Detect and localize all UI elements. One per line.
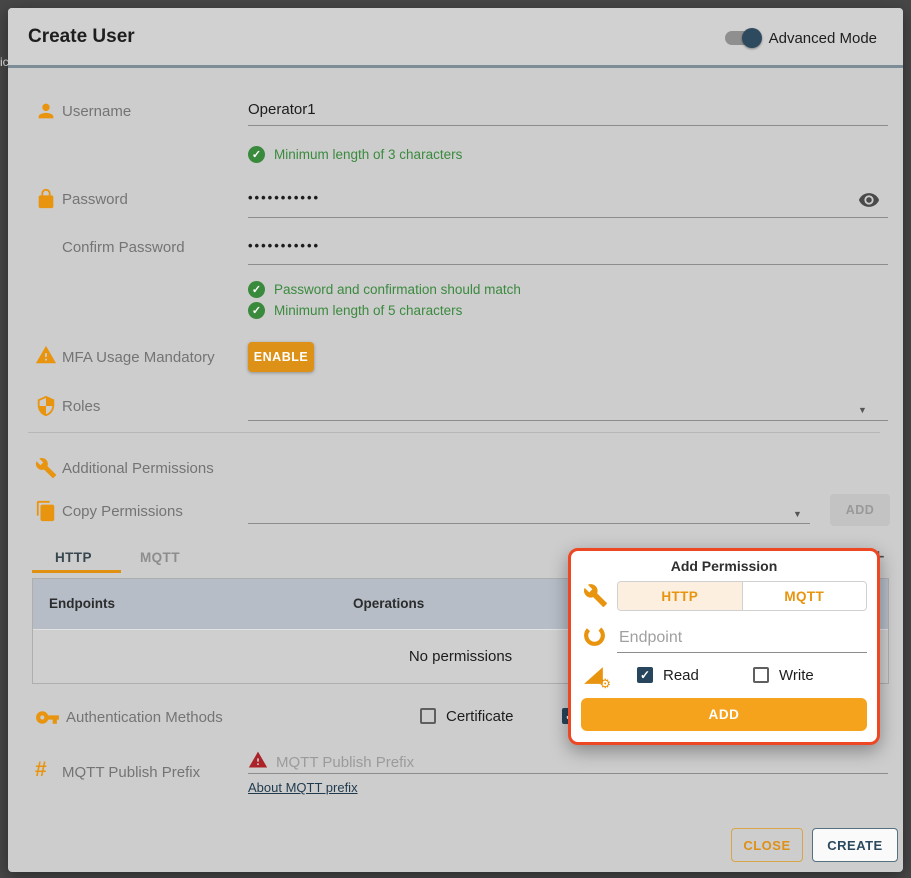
advanced-mode-label: Advanced Mode (769, 30, 877, 47)
wrench-icon (583, 583, 608, 608)
permission-type-toggle: HTTP MQTT (617, 581, 867, 611)
roles-dropdown-icon[interactable]: ▼ (858, 405, 867, 415)
username-input[interactable]: Operator1 (248, 101, 316, 118)
username-underline (248, 125, 888, 126)
close-button[interactable]: CLOSE (731, 828, 803, 862)
check-circle-icon: ✓ (248, 146, 265, 163)
person-icon (35, 100, 57, 122)
copy-permissions-underline (248, 523, 810, 524)
mqtt-prefix-input[interactable]: MQTT Publish Prefix (276, 754, 414, 771)
network-check-icon: ⚙ (582, 663, 607, 688)
section-divider (28, 432, 880, 433)
mqtt-prefix-underline (248, 773, 888, 774)
read-checkbox[interactable]: ✓ (637, 667, 653, 683)
write-checkbox[interactable] (753, 667, 769, 683)
confirm-password-label: Confirm Password (62, 239, 185, 256)
shield-icon (35, 395, 57, 417)
copy-icon (35, 500, 57, 522)
certificate-checkbox[interactable] (420, 708, 436, 724)
popup-title: Add Permission (571, 558, 877, 574)
check-circle-icon: ✓ (248, 302, 265, 319)
password-input[interactable]: ••••••••••• (248, 190, 320, 205)
dialog-header: Create User Advanced Mode (8, 8, 903, 68)
column-endpoints: Endpoints (49, 596, 115, 611)
mfa-label: MFA Usage Mandatory (62, 349, 215, 366)
password-validation-length: ✓ Minimum length of 5 characters (248, 302, 462, 319)
gear-icon: ⚙ (599, 676, 611, 692)
active-tab-indicator (32, 570, 121, 573)
confirm-password-underline (248, 264, 888, 265)
password-underline (248, 217, 888, 218)
tab-http[interactable]: HTTP (55, 550, 92, 565)
password-validation-match: ✓ Password and confirmation should match (248, 281, 521, 298)
auth-methods-label: Authentication Methods (66, 709, 223, 726)
popup-add-button[interactable]: ADD (581, 698, 867, 731)
error-warning-icon (248, 750, 268, 770)
password-label: Password (62, 191, 128, 208)
read-label: Read (663, 667, 699, 684)
endpoint-input[interactable]: Endpoint (619, 629, 682, 647)
username-validation: ✓ Minimum length of 3 characters (248, 146, 462, 163)
certificate-label: Certificate (446, 708, 514, 725)
key-icon (35, 705, 60, 730)
about-mqtt-prefix-link[interactable]: About MQTT prefix (248, 780, 358, 795)
column-operations: Operations (353, 596, 424, 611)
show-password-icon[interactable] (858, 189, 880, 211)
additional-permissions-label: Additional Permissions (62, 460, 214, 477)
confirm-password-input[interactable]: ••••••••••• (248, 238, 320, 253)
write-label: Write (779, 667, 814, 684)
advanced-mode-toggle[interactable] (725, 31, 759, 45)
copy-permissions-dropdown-icon[interactable]: ▼ (793, 509, 802, 519)
roles-underline (248, 420, 888, 421)
check-circle-icon: ✓ (248, 281, 265, 298)
wrench-icon (35, 457, 57, 479)
mfa-enable-button[interactable]: ENABLE (248, 342, 314, 372)
warning-icon (35, 344, 57, 366)
toggle-thumb-icon (742, 28, 762, 48)
copy-permissions-add-button[interactable]: ADD (830, 494, 890, 526)
dialog-title: Create User (28, 8, 135, 66)
lock-icon (35, 188, 57, 210)
type-http-button[interactable]: HTTP (618, 582, 742, 610)
screen: ic Create User Advanced Mode Username Op… (0, 0, 911, 878)
type-mqtt-button[interactable]: MQTT (742, 582, 867, 610)
username-label: Username (62, 103, 131, 120)
hash-icon: # (35, 758, 47, 782)
tab-mqtt[interactable]: MQTT (140, 550, 180, 565)
mqtt-prefix-label: MQTT Publish Prefix (62, 764, 200, 781)
create-button[interactable]: CREATE (812, 828, 898, 862)
roles-label: Roles (62, 398, 100, 415)
copy-permissions-label: Copy Permissions (62, 503, 183, 520)
refresh-circle-icon (582, 623, 607, 648)
add-permission-popup: Add Permission HTTP MQTT Endpoint ⚙ ✓ Re… (568, 548, 880, 745)
endpoint-underline (617, 652, 867, 653)
